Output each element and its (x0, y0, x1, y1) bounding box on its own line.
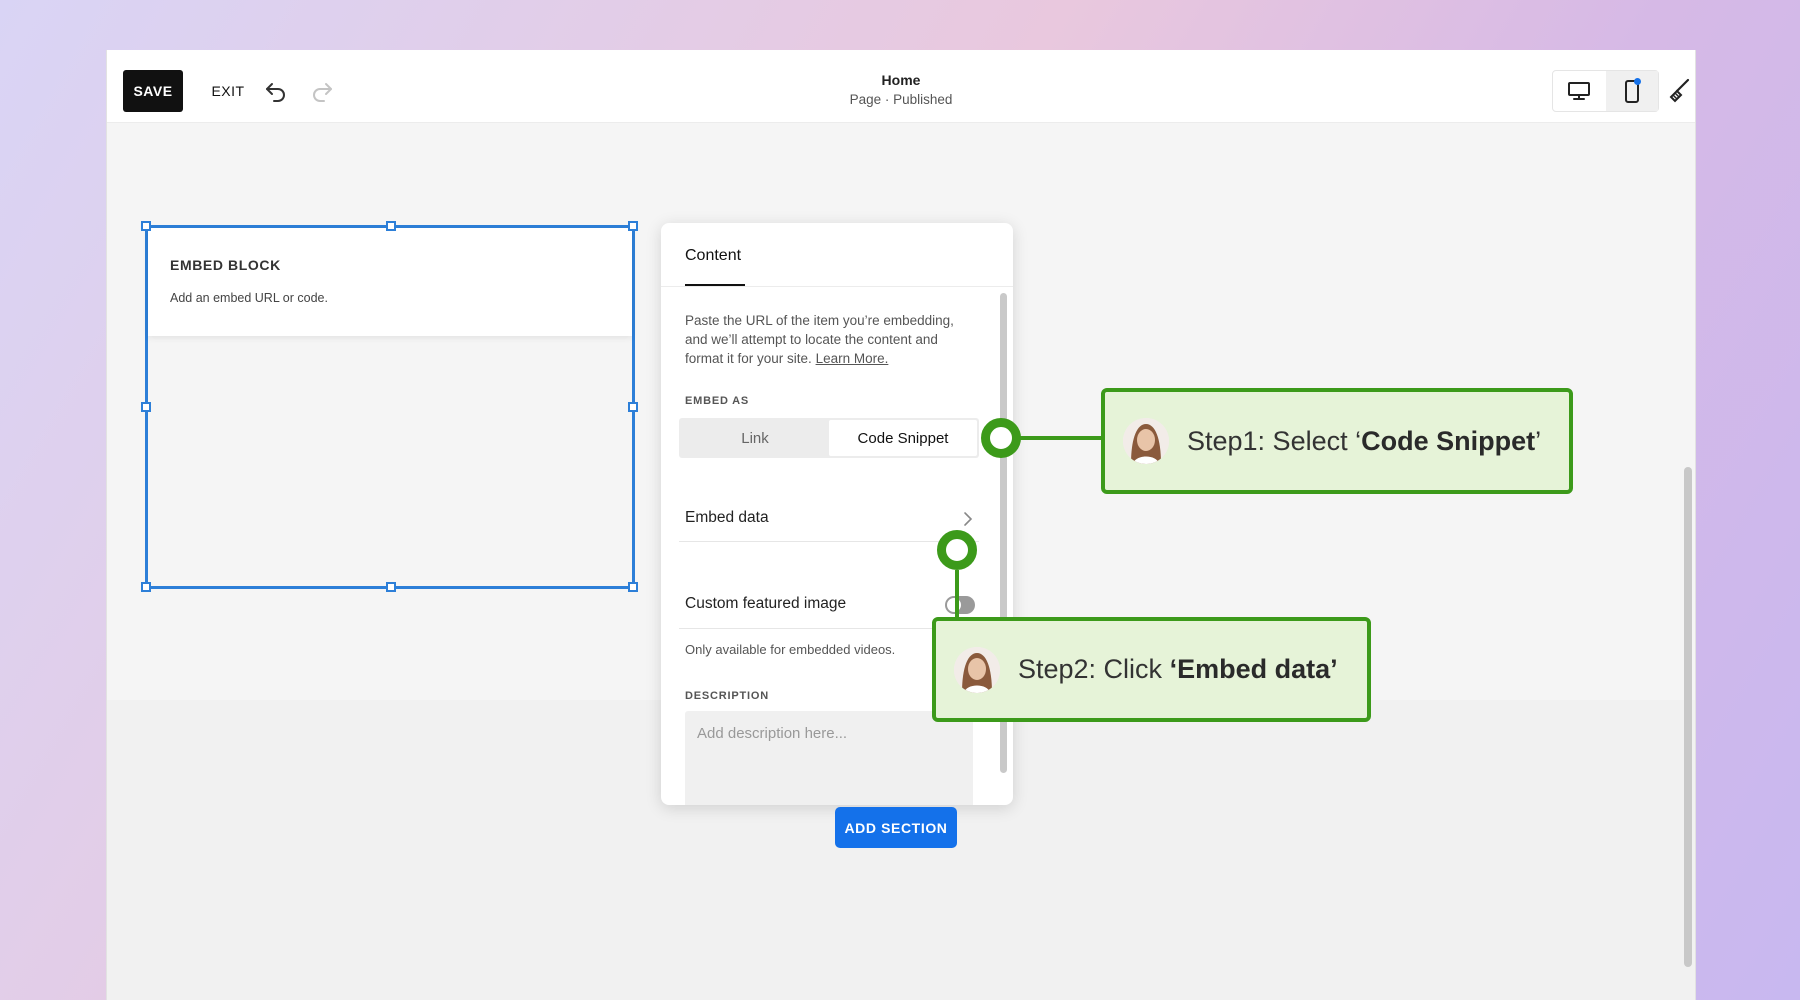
step2-text: Step2: Click ‘Embed data’ (1018, 654, 1338, 684)
desktop-icon (1568, 82, 1591, 100)
custom-image-row: Custom featured image (685, 595, 973, 613)
embed-data-label: Embed data (685, 509, 769, 526)
divider (679, 541, 979, 542)
step1-callout: Step1: Select ‘Code Snippet’ (1101, 388, 1573, 494)
resize-handle[interactable] (628, 402, 638, 412)
step2-marker (937, 530, 977, 570)
resize-handle[interactable] (386, 582, 396, 592)
page-info: Home Page · Published (107, 72, 1695, 107)
step2-callout: Step2: Click ‘Embed data’ (932, 617, 1371, 722)
resize-handle[interactable] (628, 582, 638, 592)
resize-handle[interactable] (141, 582, 151, 592)
desktop-view-button[interactable] (1553, 71, 1606, 111)
embed-as-selector: Link Code Snippet (679, 418, 979, 458)
paintbrush-icon[interactable] (1663, 74, 1695, 106)
custom-image-hint: Only available for embedded videos. (685, 642, 896, 657)
custom-image-toggle[interactable] (945, 596, 975, 614)
guide-avatar (1123, 418, 1169, 464)
chevron-right-icon (964, 512, 973, 526)
mobile-icon (1624, 78, 1641, 103)
embed-block-selection[interactable]: EMBED BLOCK Add an embed URL or code. (141, 221, 638, 592)
toggle-knob (946, 597, 962, 613)
tab-content[interactable]: Content (685, 247, 741, 265)
resize-handle[interactable] (628, 221, 638, 231)
top-toolbar: SAVE EXIT Home Page · Published (107, 50, 1695, 123)
learn-more-link[interactable]: Learn More. (816, 351, 889, 366)
embed-as-label: EMBED AS (685, 395, 750, 407)
add-section-button[interactable]: ADD SECTION (835, 807, 957, 848)
mobile-view-button[interactable] (1605, 71, 1658, 111)
page-status: Page · Published (849, 92, 953, 107)
option-link[interactable]: Link (681, 420, 829, 456)
step2-connector (955, 570, 959, 620)
description-placeholder: Add description here... (697, 725, 848, 742)
resize-handle[interactable] (141, 402, 151, 412)
custom-image-label: Custom featured image (685, 595, 847, 612)
description-label: DESCRIPTION (685, 690, 769, 702)
step1-connector (1018, 436, 1104, 440)
embed-block-title: EMBED BLOCK (170, 257, 281, 273)
embed-block[interactable]: EMBED BLOCK Add an embed URL or code. (148, 228, 632, 336)
divider (661, 286, 1013, 287)
page-scrollbar-thumb[interactable] (1684, 467, 1692, 967)
option-code-snippet[interactable]: Code Snippet (829, 420, 977, 456)
step1-text: Step1: Select ‘Code Snippet’ (1187, 425, 1542, 456)
resize-handle[interactable] (386, 221, 396, 231)
panel-description: Paste the URL of the item you’re embeddi… (685, 311, 975, 368)
embed-data-row[interactable]: Embed data (685, 509, 973, 527)
guide-avatar (954, 646, 1000, 693)
embed-block-subtitle: Add an embed URL or code. (170, 291, 328, 305)
editor-window: SAVE EXIT Home Page · Published EMBED BL… (106, 50, 1696, 1000)
resize-handle[interactable] (141, 221, 151, 231)
description-input[interactable]: Add description here... (685, 711, 973, 805)
view-toggle (1552, 70, 1659, 112)
step1-marker (981, 418, 1021, 458)
page-title: Home (881, 72, 921, 88)
